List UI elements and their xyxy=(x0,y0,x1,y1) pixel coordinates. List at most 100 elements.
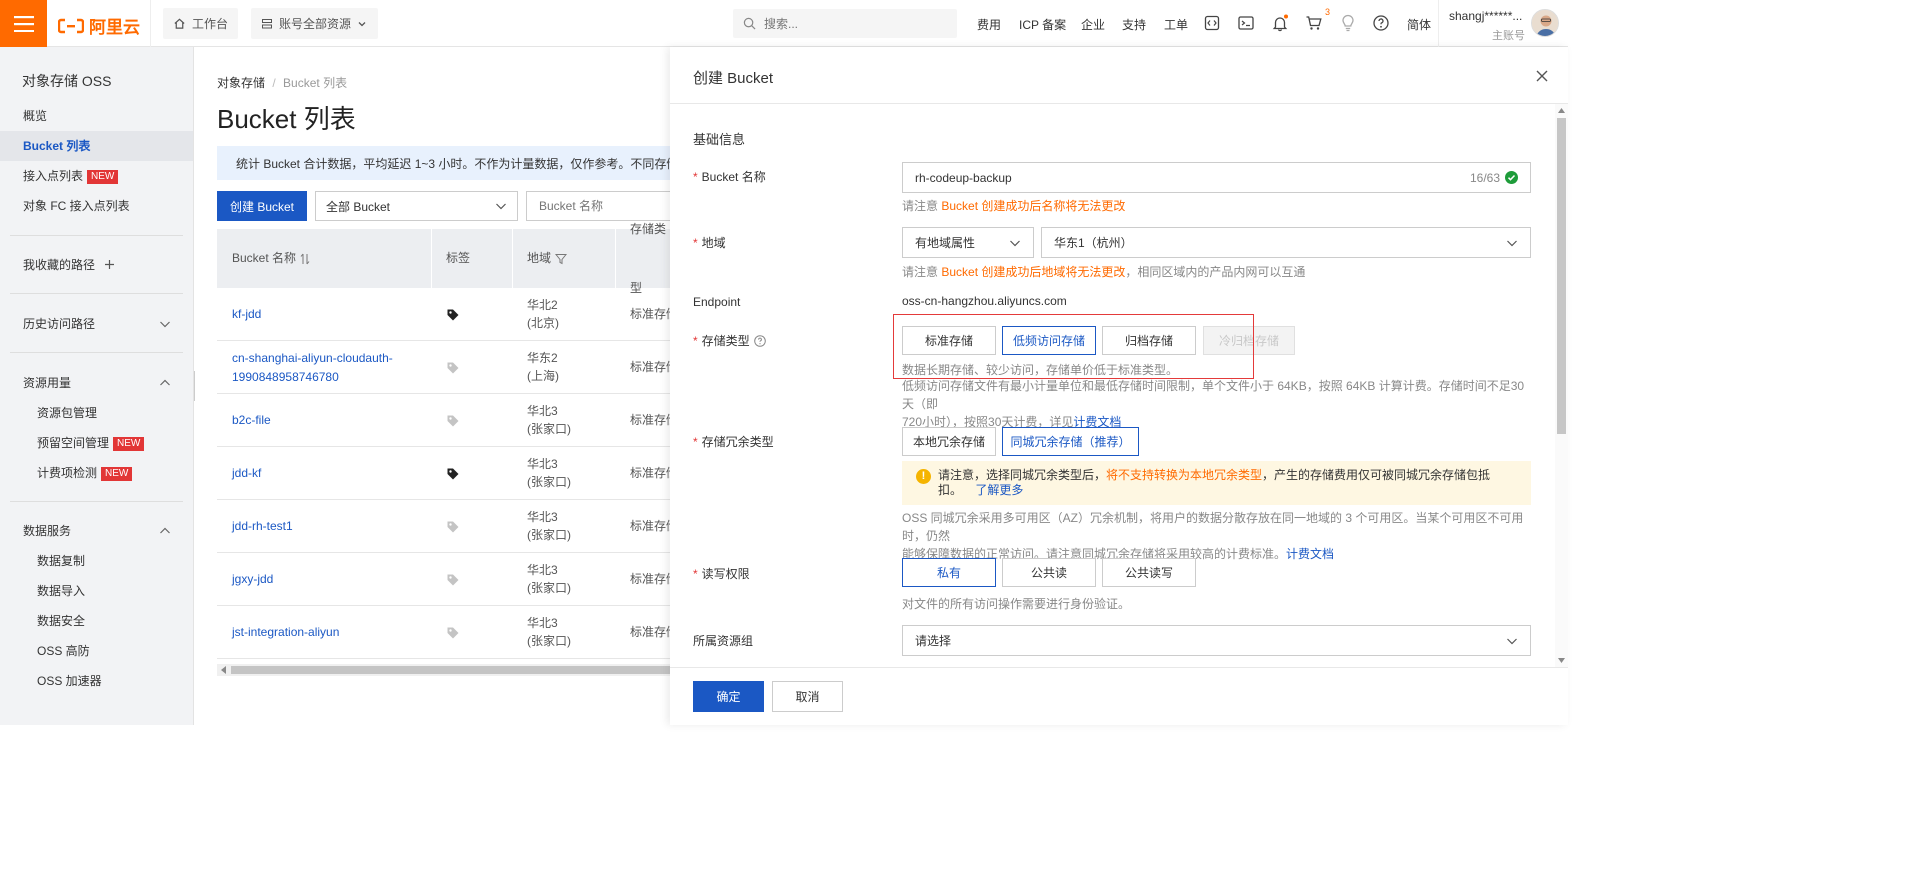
bucket-name-link[interactable]: jdd-kf xyxy=(232,464,261,483)
sidebar-item-access-points[interactable]: 接入点列表 NEW xyxy=(0,161,193,191)
cart-icon[interactable] xyxy=(1305,14,1323,32)
global-search[interactable] xyxy=(733,9,957,38)
scrollbar-thumb[interactable] xyxy=(1557,118,1566,434)
storage-type-cell: 标准存储 xyxy=(630,572,670,586)
sidebar-item-data-security[interactable]: 数据安全 xyxy=(0,606,193,636)
breadcrumb-item[interactable]: 对象存储 xyxy=(217,76,265,90)
aliyun-logo[interactable]: 阿里云 xyxy=(58,13,140,38)
tag-icon[interactable] xyxy=(446,308,460,322)
bucket-name-link[interactable]: jst-integration-aliyun xyxy=(232,623,339,642)
sidebar-item-history-paths[interactable]: 历史访问路径 xyxy=(0,309,193,339)
create-bucket-panel: 创建 Bucket 基础信息 * Bucket 名称 rh-codeup-back… xyxy=(670,47,1568,725)
acl-public-read[interactable]: 公共读 xyxy=(1002,558,1096,587)
learn-more-link[interactable]: 了解更多 xyxy=(975,483,1023,497)
redundancy-zrs[interactable]: 同城冗余存储（推荐） xyxy=(1002,427,1139,456)
bucket-name-hint: 请注意 Bucket 创建成功后名称将无法更改 xyxy=(902,199,1126,213)
scroll-up-icon[interactable] xyxy=(1558,107,1565,113)
notice-text: 统计 Bucket 合计数据，平均延迟 1~3 小时。不作为计量数据，仅作参考。… xyxy=(236,156,670,171)
nav-icp[interactable]: ICP 备案 xyxy=(1019,16,1066,33)
home-icon xyxy=(174,18,185,29)
sidebar-group-data-services[interactable]: 数据服务 xyxy=(0,516,193,546)
storage-class-label: * 存储类型 xyxy=(693,332,766,349)
sidebar-item-bucket-list[interactable]: Bucket 列表 xyxy=(0,131,193,161)
plus-icon[interactable] xyxy=(104,259,115,270)
create-bucket-button[interactable]: 创建 Bucket xyxy=(217,191,307,221)
language-switch[interactable]: 简体 xyxy=(1407,16,1431,33)
filter-icon[interactable] xyxy=(555,253,568,265)
storage-class-archive[interactable]: 归档存储 xyxy=(1102,326,1196,355)
confirm-button[interactable]: 确定 xyxy=(693,681,764,712)
hamburger-menu-button[interactable] xyxy=(0,0,47,47)
tag-icon[interactable] xyxy=(446,467,460,481)
divider xyxy=(1438,0,1439,47)
tag-icon[interactable] xyxy=(446,520,460,534)
workbench-button[interactable]: 工作台 xyxy=(163,8,238,39)
sidebar-item-resource-packages[interactable]: 资源包管理 xyxy=(0,398,193,428)
help-icon[interactable] xyxy=(1372,14,1390,32)
redundancy-description: OSS 同城冗余采用多可用区（AZ）冗余机制，将用户的数据分散存放在同一地域的 … xyxy=(902,511,1524,561)
sidebar-item-favorite-paths[interactable]: 我收藏的路径 xyxy=(0,250,193,280)
nav-fees[interactable]: 费用 xyxy=(977,16,1001,33)
nav-support[interactable]: 支持 xyxy=(1122,16,1146,33)
cancel-button[interactable]: 取消 xyxy=(772,681,843,712)
storage-type-cell: 标准存储 xyxy=(630,413,670,427)
bucket-table: Bucket 名称 标签 地域 存储类型 kf-jdd 华北2(北京) 标准存储 cn… xyxy=(217,222,670,659)
sidebar-group-resource-usage[interactable]: 资源用量 xyxy=(0,368,193,398)
bucket-name-link[interactable]: jdd-rh-test1 xyxy=(232,517,293,536)
storage-type-cell: 标准存储 xyxy=(630,307,670,321)
region-value: 华东1（杭州） xyxy=(1054,236,1133,250)
region-select[interactable]: 华东1（杭州） xyxy=(1041,227,1531,258)
bucket-filter-select[interactable]: 全部 Bucket xyxy=(315,191,518,221)
terminal-icon[interactable] xyxy=(1237,14,1255,32)
bucket-name-field[interactable]: rh-codeup-backup 16/63 xyxy=(902,162,1531,193)
scroll-down-icon[interactable] xyxy=(1558,658,1565,664)
sidebar-item-data-import[interactable]: 数据导入 xyxy=(0,576,193,606)
user-role: 主账号 xyxy=(1492,30,1525,42)
redundancy-lrs[interactable]: 本地冗余存储 xyxy=(902,427,996,456)
bucket-name-link[interactable]: kf-jdd xyxy=(232,305,261,324)
acl-public-read-write[interactable]: 公共读写 xyxy=(1102,558,1196,587)
sort-icon[interactable] xyxy=(300,253,310,265)
column-header-region[interactable]: 地域 xyxy=(527,229,568,288)
avatar-image xyxy=(1532,10,1558,36)
resource-group-select[interactable]: 请选择 xyxy=(902,625,1531,656)
sidebar-item-fc-access-points[interactable]: 对象 FC 接入点列表 xyxy=(0,191,193,221)
code-icon[interactable] xyxy=(1203,14,1221,32)
help-icon[interactable] xyxy=(753,334,766,347)
sidebar-item-label: 预留空间管理 xyxy=(37,436,110,450)
horizontal-scrollbar[interactable] xyxy=(217,664,670,676)
table-body: kf-jdd 华北2(北京) 标准存储 cn-shanghai-aliyun-clou… xyxy=(217,288,670,659)
tag-icon[interactable] xyxy=(446,626,460,640)
sidebar-item-data-replication[interactable]: 数据复制 xyxy=(0,546,193,576)
lightbulb-icon[interactable] xyxy=(1339,14,1357,32)
sidebar-item-oss-accelerator[interactable]: OSS 加速器 xyxy=(0,666,193,696)
vertical-scrollbar[interactable] xyxy=(1555,104,1568,667)
bell-icon[interactable] xyxy=(1271,14,1289,32)
close-icon[interactable] xyxy=(1535,69,1549,83)
account-resource-dropdown[interactable]: 账号全部资源 xyxy=(251,8,378,39)
tag-icon[interactable] xyxy=(446,361,460,375)
region-attribute-select[interactable]: 有地域属性 xyxy=(902,227,1034,258)
search-input[interactable] xyxy=(764,16,934,31)
nav-enterprise[interactable]: 企业 xyxy=(1081,16,1105,33)
bucket-name-link[interactable]: b2c-file xyxy=(232,411,271,430)
sidebar-item-overview[interactable]: 概览 xyxy=(0,101,193,131)
sidebar-item-billing-check[interactable]: 计费项检测 NEW xyxy=(0,458,193,488)
storage-class-standard[interactable]: 标准存储 xyxy=(902,326,996,355)
nav-ticket[interactable]: 工单 xyxy=(1164,16,1188,33)
storage-type-cell: 标准存储 xyxy=(630,466,670,480)
user-name[interactable]: shangj******... xyxy=(1449,9,1522,23)
storage-class-infrequent-access[interactable]: 低频访问存储 xyxy=(1002,326,1096,355)
tag-icon[interactable] xyxy=(446,414,460,428)
sidebar-item-oss-anti-ddos[interactable]: OSS 高防 xyxy=(0,636,193,666)
billing-doc-link[interactable]: 计费文档 xyxy=(1286,547,1334,561)
scroll-left-icon[interactable] xyxy=(220,666,227,674)
avatar[interactable] xyxy=(1531,9,1559,37)
bucket-name-link[interactable]: jgxy-jdd xyxy=(232,570,273,589)
bucket-name-link[interactable]: cn-shanghai-aliyun-cloudauth- 19908489587… xyxy=(232,349,393,387)
sidebar-item-reserved-capacity[interactable]: 预留空间管理 NEW xyxy=(0,428,193,458)
column-header-name[interactable]: Bucket 名称 xyxy=(232,229,310,288)
scrollbar-thumb[interactable] xyxy=(231,666,670,674)
acl-private[interactable]: 私有 xyxy=(902,558,996,587)
tag-icon[interactable] xyxy=(446,573,460,587)
